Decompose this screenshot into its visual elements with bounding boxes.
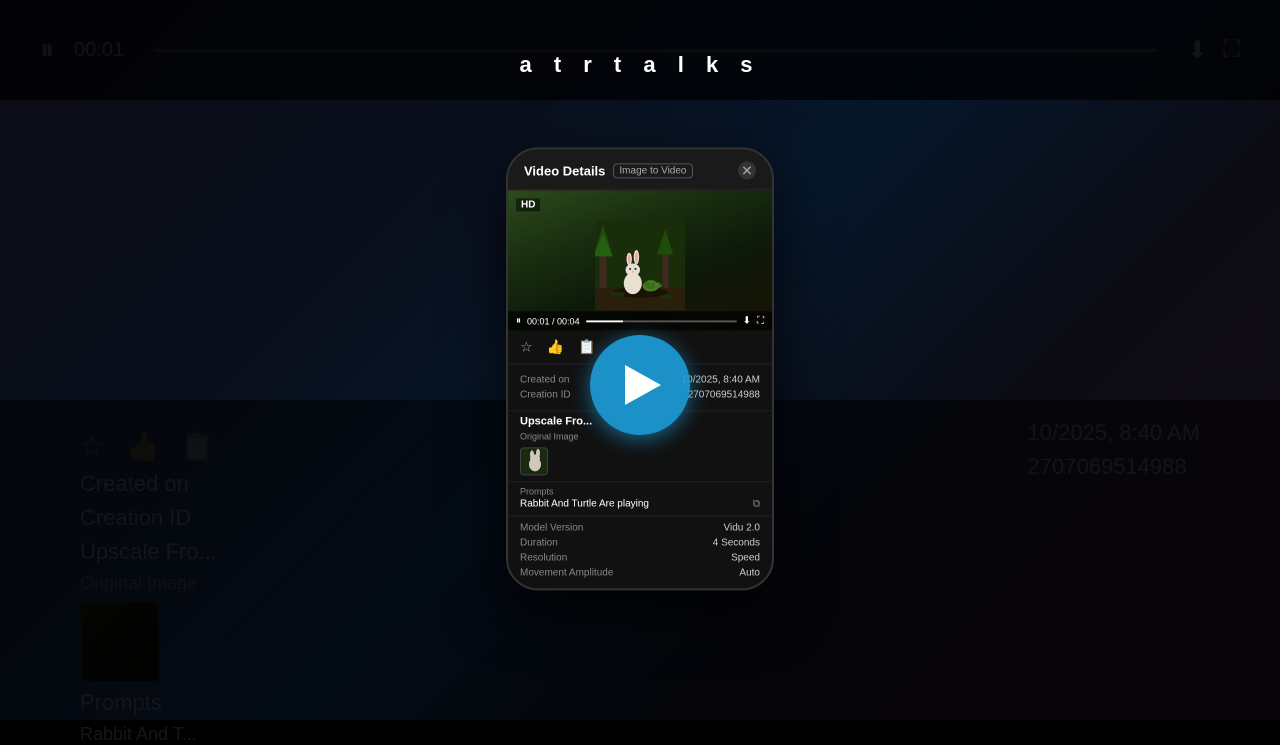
model-details: Model Version Vidu 2.0 Duration 4 Second… [508,515,772,588]
model-version-value: Vidu 2.0 [723,522,760,533]
modal-badge: Image to Video [613,163,692,178]
modal-title: Video Details [524,163,605,178]
model-version-label: Model Version [520,522,583,533]
prompts-label: Prompts [520,486,760,496]
star-icon[interactable]: ☆ [520,338,533,355]
resolution-value: Speed [731,552,760,563]
hd-badge: HD [516,198,540,211]
video-controls: ⏸ 00:01 / 00:04 ⬇ ⛶ [508,311,772,330]
play-button[interactable] [590,335,690,435]
thumbs-up-icon[interactable]: 👍 [547,338,564,355]
progress-fill [586,320,624,322]
video-thumbnail [508,190,772,330]
pause-button[interactable]: ⏸ [516,315,521,326]
resolution-label: Resolution [520,552,567,563]
prompts-section: Prompts Rabbit And Turtle Are playing ⧉ [508,481,772,515]
expand-icon[interactable]: ⛶ [757,315,764,326]
creation-id-value: 2707069514988 [688,389,760,400]
scene-illustration [595,220,685,310]
play-triangle-icon [625,365,661,405]
movement-row: Movement Amplitude Auto [520,565,760,580]
channel-title: a t r t a l k s [519,52,760,78]
prompt-text: Rabbit And Turtle Are playing [520,498,747,509]
resolution-row: Resolution Speed [520,550,760,565]
progress-bar[interactable] [586,320,737,322]
modal-overlay: Video Details Image to Video ✕ [0,0,1280,720]
duration-value: 4 Seconds [713,537,760,548]
share-icon[interactable]: 📋 [578,338,595,355]
movement-label: Movement Amplitude [520,567,613,578]
copy-icon[interactable]: ⧉ [753,498,760,509]
created-on-label: Created on [520,374,569,385]
video-container: HD ⏸ 00:01 / 00:04 ⬇ ⛶ [508,190,772,330]
video-time: 00:01 / 00:04 [527,316,580,326]
duration-row: Duration 4 Seconds [520,535,760,550]
movement-value: Auto [739,567,760,578]
original-image-thumb [520,447,548,475]
download-icon[interactable]: ⬇ [743,315,751,326]
modal-header: Video Details Image to Video ✕ [508,149,772,190]
prompt-text-row: Rabbit And Turtle Are playing ⧉ [520,498,760,509]
created-on-value: 10/2025, 8:40 AM [682,374,760,385]
creation-id-label: Creation ID [520,389,571,400]
modal-close-button[interactable]: ✕ [738,161,756,179]
duration-label: Duration [520,537,558,548]
model-version-row: Model Version Vidu 2.0 [520,520,760,535]
